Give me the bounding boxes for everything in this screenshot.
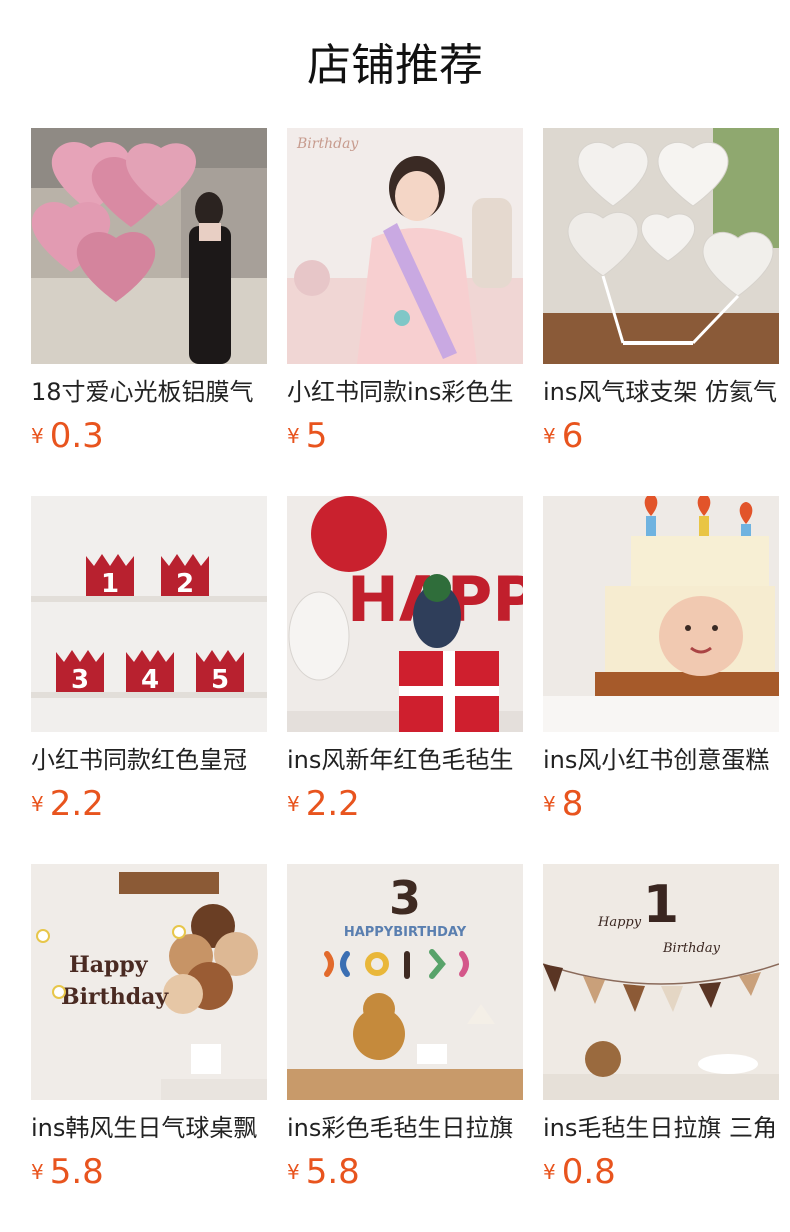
product-name[interactable]: ins风新年红色毛毡生 [287, 743, 523, 777]
section-title: 店铺推荐 [307, 40, 483, 91]
svg-text:4: 4 [141, 665, 159, 695]
svg-text:1: 1 [101, 569, 119, 599]
product-price: ¥8 [543, 784, 583, 824]
product-card[interactable]: 1 2 3 4 5 小红书同款红色皇冠 ¥2.2 [31, 496, 267, 826]
currency-symbol: ¥ [31, 1160, 44, 1184]
currency-symbol: ¥ [31, 424, 44, 448]
product-name[interactable]: ins彩色毛毡生日拉旗 [287, 1111, 523, 1145]
svg-text:Birthday: Birthday [61, 984, 169, 1010]
currency-symbol: ¥ [543, 792, 556, 816]
product-image[interactable] [31, 128, 267, 364]
product-card[interactable]: 3 HAPPYBIRTHDAY ins彩色毛毡生日拉旗 ¥5.8 [287, 864, 523, 1194]
price-amount: 0.3 [49, 416, 104, 456]
price-amount: 0.8 [561, 1152, 616, 1192]
price-amount: 2.2 [305, 784, 360, 824]
svg-text:Happy: Happy [69, 952, 149, 978]
product-name[interactable]: 18寸爱心光板铝膜气 [31, 375, 267, 409]
clear-heart-balloons-photo [543, 128, 779, 364]
product-price: ¥5 [287, 416, 327, 456]
product-image[interactable]: Happy Birthday [31, 864, 267, 1100]
pink-heart-balloons-photo [31, 128, 267, 364]
product-image[interactable]: HAPPY [287, 496, 523, 732]
product-card[interactable]: Happy Birthday ins韩风生日气球桌飘 ¥5.8 [31, 864, 267, 1194]
product-card[interactable]: Birthday 小红书同款ins彩色生 ¥5 [287, 128, 523, 458]
colorful-felt-banner-photo: 3 HAPPYBIRTHDAY [287, 864, 523, 1100]
currency-symbol: ¥ [31, 792, 44, 816]
product-name[interactable]: ins风小红书创意蛋糕 [543, 743, 779, 777]
product-name[interactable]: ins风气球支架 仿氦气 [543, 375, 779, 409]
product-image[interactable] [543, 496, 779, 732]
product-name[interactable]: 小红书同款ins彩色生 [287, 375, 523, 409]
product-image[interactable]: Birthday [287, 128, 523, 364]
currency-symbol: ¥ [543, 424, 556, 448]
product-price: ¥0.3 [31, 416, 104, 456]
product-image[interactable]: 3 HAPPYBIRTHDAY [287, 864, 523, 1100]
svg-text:3: 3 [389, 871, 421, 925]
girl-birthday-sash-photo: Birthday [287, 128, 523, 364]
product-price: ¥2.2 [31, 784, 104, 824]
felt-number-crowns-photo: 1 2 3 4 5 [31, 496, 267, 732]
currency-symbol: ¥ [287, 1160, 300, 1184]
svg-text:HAPPYBIRTHDAY: HAPPYBIRTHDAY [344, 925, 467, 940]
price-amount: 5 [305, 416, 328, 456]
happy-birthday-balloons-photo: Happy Birthday [31, 864, 267, 1100]
svg-text:5: 5 [211, 665, 229, 695]
product-card[interactable]: 18寸爱心光板铝膜气 ¥0.3 [31, 128, 267, 458]
svg-text:Birthday: Birthday [296, 136, 359, 152]
product-name[interactable]: ins毛毡生日拉旗 三角 [543, 1111, 779, 1145]
svg-text:Birthday: Birthday [662, 941, 721, 956]
product-card[interactable]: HAPPY ins风新年红色毛毡生 ¥2.2 [287, 496, 523, 826]
currency-symbol: ¥ [287, 792, 300, 816]
product-price: ¥6 [543, 416, 583, 456]
product-image[interactable]: 1 2 3 4 5 [31, 496, 267, 732]
svg-text:Happy: Happy [597, 915, 642, 930]
price-amount: 5.8 [49, 1152, 104, 1192]
product-card[interactable]: ins风小红书创意蛋糕 ¥8 [543, 496, 779, 826]
pennant-banner-photo: 1 Happy Birthday [543, 864, 779, 1100]
product-card[interactable]: ins风气球支架 仿氦气 ¥6 [543, 128, 779, 458]
price-amount: 6 [561, 416, 584, 456]
product-card[interactable]: 1 Happy Birthday ins毛毡生日拉旗 三角 ¥0.8 [543, 864, 779, 1194]
currency-symbol: ¥ [543, 1160, 556, 1184]
svg-text:3: 3 [71, 665, 89, 695]
price-amount: 8 [561, 784, 584, 824]
product-price: ¥5.8 [31, 1152, 104, 1192]
product-name[interactable]: 小红书同款红色皇冠 [31, 743, 267, 777]
product-price: ¥5.8 [287, 1152, 360, 1192]
product-image[interactable]: 1 Happy Birthday [543, 864, 779, 1100]
svg-text:1: 1 [643, 875, 679, 935]
red-felt-banner-photo: HAPPY [287, 496, 523, 732]
price-amount: 2.2 [49, 784, 104, 824]
product-image[interactable] [543, 128, 779, 364]
product-name[interactable]: ins韩风生日气球桌飘 [31, 1111, 267, 1145]
currency-symbol: ¥ [287, 424, 300, 448]
product-price: ¥2.2 [287, 784, 360, 824]
svg-text:2: 2 [176, 569, 194, 599]
cake-hat-photo [543, 496, 779, 732]
product-price: ¥0.8 [543, 1152, 616, 1192]
price-amount: 5.8 [305, 1152, 360, 1192]
